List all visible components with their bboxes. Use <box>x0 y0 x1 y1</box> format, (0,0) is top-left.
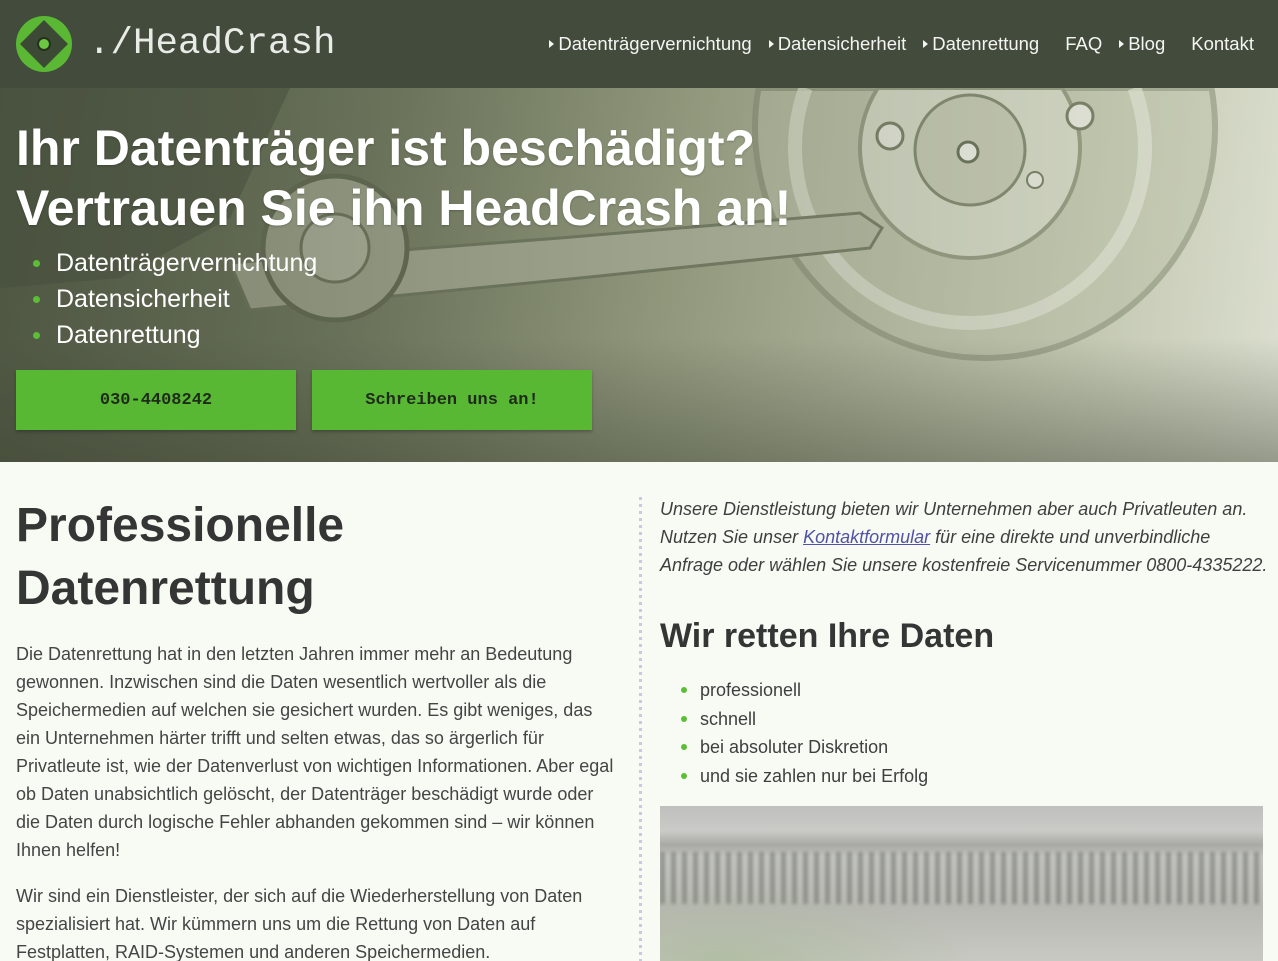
hero-services-list: Datenträgervernichtung Datensicherheit D… <box>16 245 317 353</box>
contact-form-link[interactable]: Kontaktformular <box>803 527 930 547</box>
bullet-dot-icon <box>33 331 40 339</box>
feature-label: schnell <box>700 708 757 729</box>
nav-item-label: Datenrettung <box>932 33 1040 54</box>
logo-link[interactable]: ./HeadCrash <box>16 16 336 72</box>
hero-service-item: Datensicherheit <box>16 281 317 317</box>
caret-right-icon <box>768 39 778 49</box>
nav-item-label: Datenträgervernichtung <box>558 33 752 54</box>
phone-button[interactable]: 030-4408242 <box>16 370 296 430</box>
feature-label: bei absoluter Diskretion <box>700 737 889 757</box>
hard-drive-photo <box>660 806 1263 961</box>
paragraph: Die Datenrettung hat in den letzten Jahr… <box>16 644 614 860</box>
nav-item-label: Kontakt <box>1191 33 1254 54</box>
caret-right-icon <box>1118 39 1128 49</box>
contact-button[interactable]: Schreiben uns an! <box>312 370 592 430</box>
hero-title: Ihr Datenträger ist beschädigt? Vertraue… <box>16 120 792 236</box>
column-divider <box>639 497 642 961</box>
bullet-dot-icon <box>681 687 687 693</box>
hero-service-item: Datenträgervernichtung <box>16 245 317 281</box>
logo-icon <box>16 16 72 72</box>
nav-item-label: Datensicherheit <box>777 33 907 54</box>
hero-service-label: Datensicherheit <box>56 285 230 313</box>
bullet-dot-icon <box>681 715 687 722</box>
logo-text: ./HeadCrash <box>88 23 336 65</box>
caret-right-icon <box>548 39 558 49</box>
feature-label: und sie zahlen nur bei Erfolg <box>700 765 929 786</box>
content-left-column: Professionelle Datenrettung Die Datenret… <box>16 462 616 961</box>
intro-paragraph: Unsere Dienstleistung bieten wir Unterne… <box>660 495 1272 579</box>
logo-center-dot <box>37 37 51 51</box>
features-heading: Wir retten Ihre Daten <box>660 617 995 655</box>
nav-item-faq[interactable]: FAQ <box>1055 33 1102 55</box>
nav-item-label: Blog <box>1128 33 1166 54</box>
main-nav: Datenträgervernichtung Datensicherheit D… <box>548 0 1254 88</box>
bullet-dot-icon <box>681 772 687 779</box>
section-heading: Professionelle Datenrettung <box>16 499 345 615</box>
hero-service-label: Datenrettung <box>56 321 201 349</box>
feature-item: bei absoluter Diskretion <box>660 733 1263 762</box>
paragraph: Wir sind ein Dienstleister, der sich auf… <box>16 886 583 961</box>
feature-item: schnell <box>660 705 1263 734</box>
hero-banner: Ihr Datenträger ist beschädigt? Vertraue… <box>0 88 1278 462</box>
hero-service-label: Datenträgervernichtung <box>56 249 318 277</box>
content-right-column: Unsere Dienstleistung bieten wir Unterne… <box>660 462 1267 961</box>
bullet-dot-icon <box>681 744 687 750</box>
nav-item-datentraegervernichtung[interactable]: Datenträgervernichtung <box>548 33 752 55</box>
main-content: Professionelle Datenrettung Die Datenret… <box>0 462 1278 961</box>
hero-service-item: Datenrettung <box>16 317 317 353</box>
nav-item-datensicherheit[interactable]: Datensicherheit <box>768 33 907 55</box>
nav-item-kontakt[interactable]: Kontakt <box>1181 33 1254 55</box>
caret-right-icon <box>922 39 932 49</box>
photo-reflection <box>660 886 980 961</box>
site-header: ./HeadCrash Datenträgervernichtung Daten… <box>0 0 1278 88</box>
feature-item: professionell <box>660 676 1263 705</box>
nav-item-blog[interactable]: Blog <box>1118 33 1165 55</box>
feature-label: professionell <box>700 680 802 700</box>
bullet-dot-icon <box>33 259 40 267</box>
features-list: professionell schnell bei absoluter Disk… <box>660 676 1263 790</box>
nav-item-label: FAQ <box>1065 33 1103 54</box>
feature-item: und sie zahlen nur bei Erfolg <box>660 762 1263 791</box>
nav-item-datenrettung[interactable]: Datenrettung <box>922 33 1039 55</box>
bullet-dot-icon <box>33 295 40 303</box>
